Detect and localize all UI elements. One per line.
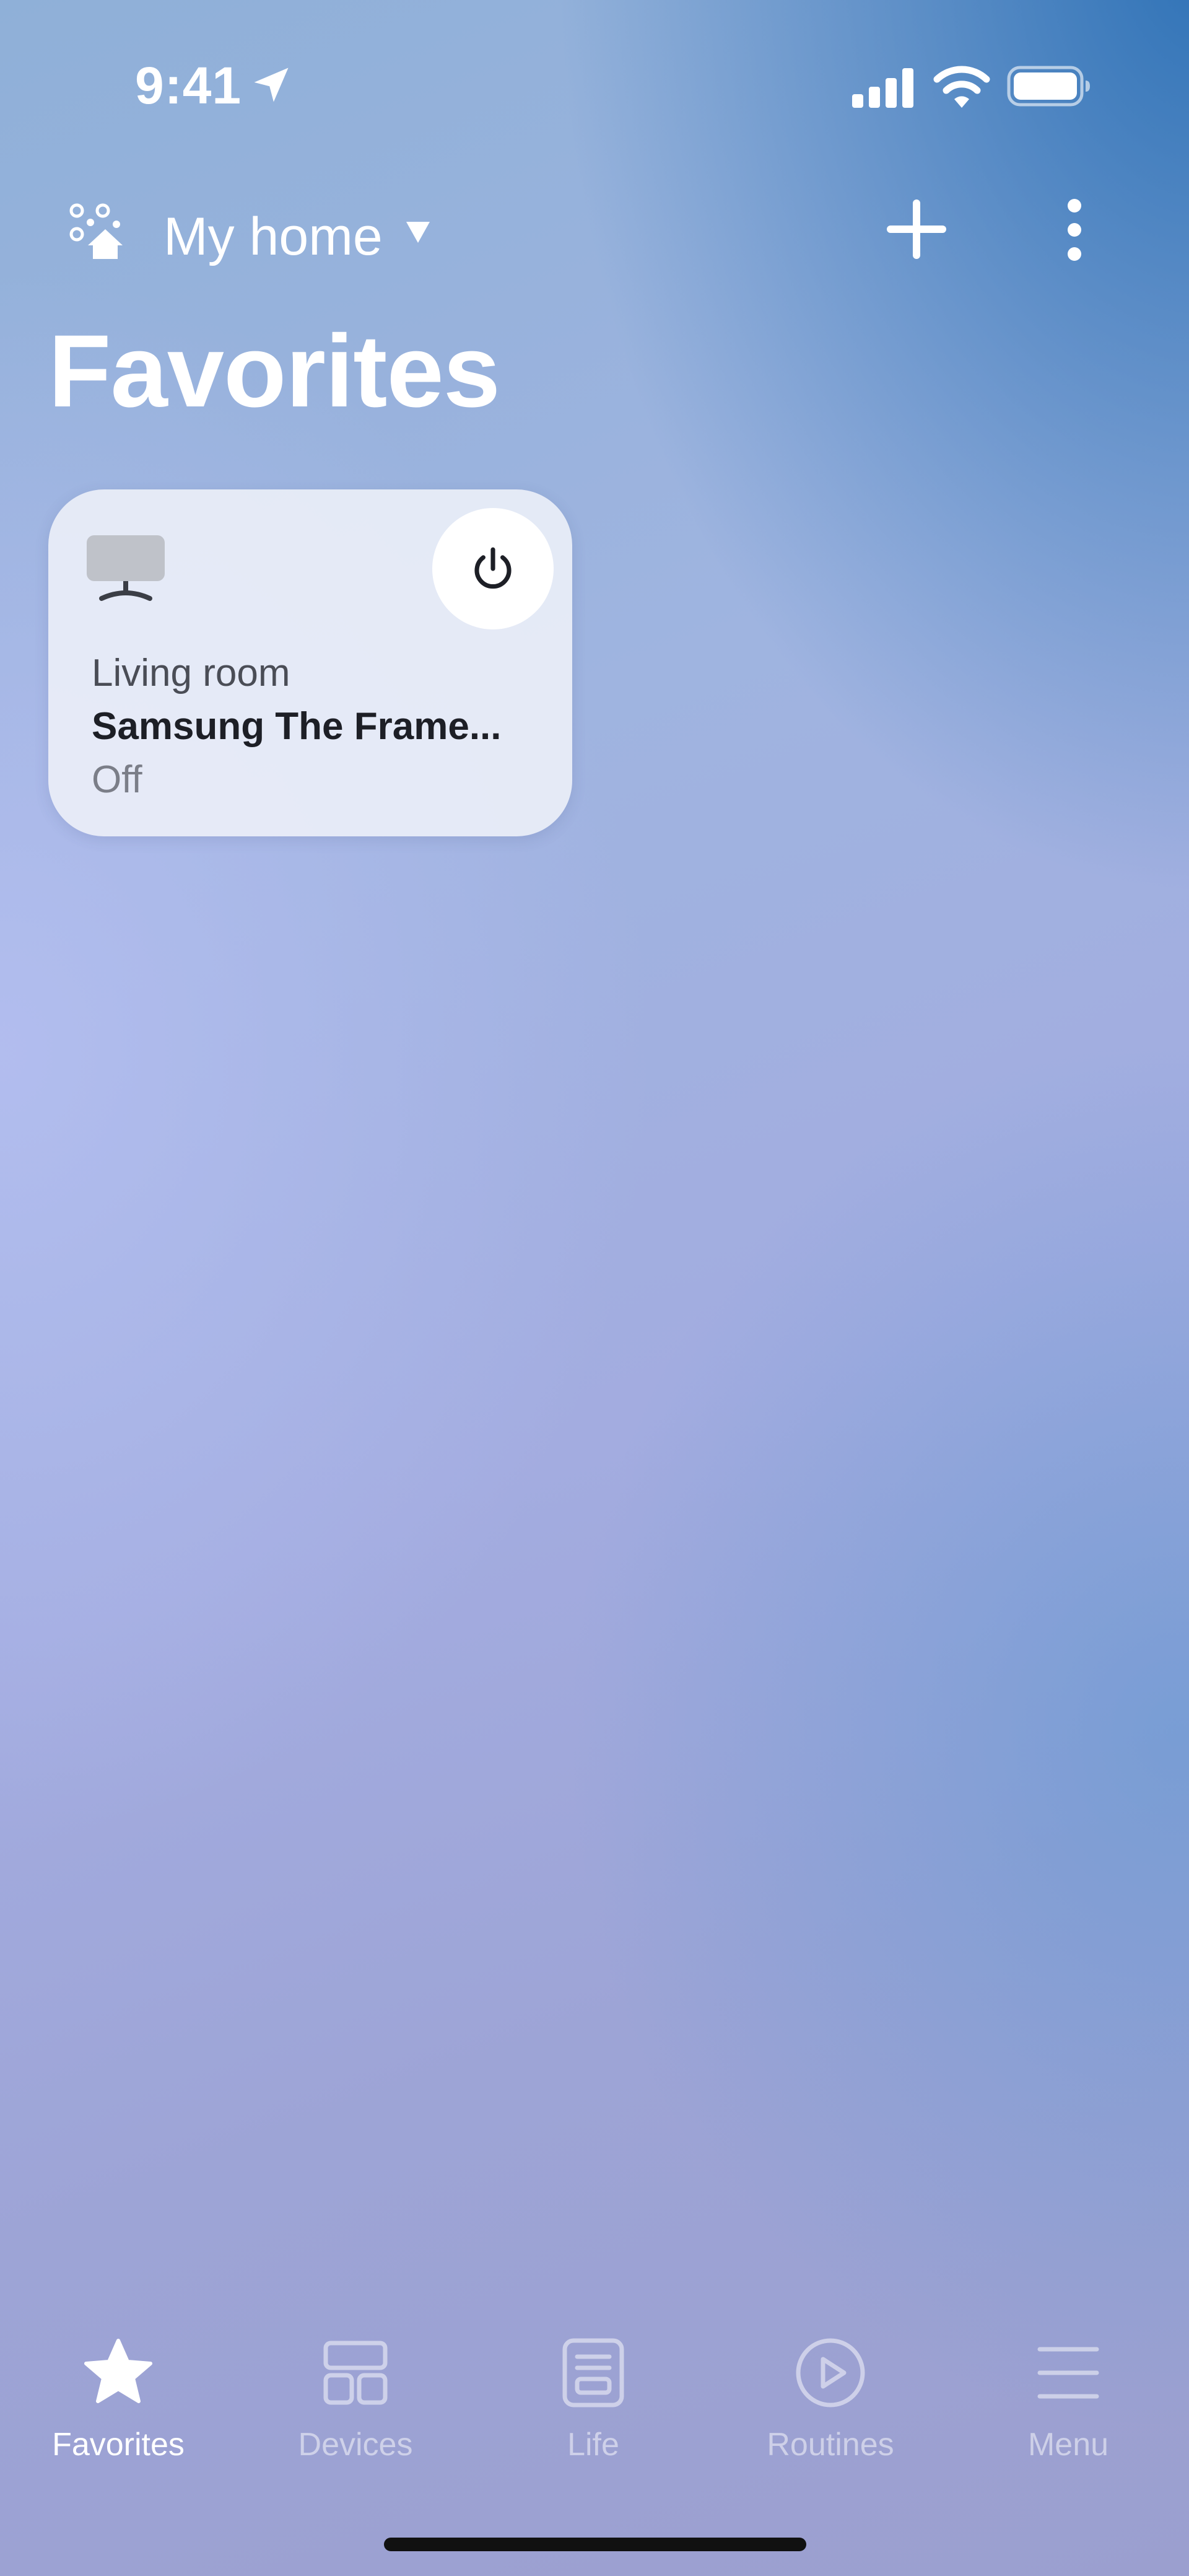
more-options-icon[interactable] [1059, 197, 1090, 263]
tab-life[interactable]: Life [482, 2336, 705, 2478]
cellular-signal-icon [852, 68, 913, 108]
tab-label: Routines [767, 2427, 894, 2463]
status-time: 9:41 [135, 56, 242, 115]
device-room: Living room [92, 652, 290, 694]
home-selector[interactable]: My home [163, 206, 383, 268]
home-indicator[interactable] [384, 2538, 806, 2551]
tab-favorites[interactable]: Favorites [7, 2336, 230, 2478]
page-title: Favorites [48, 314, 500, 429]
home-location-icon[interactable] [67, 202, 126, 261]
life-card-icon [562, 2338, 624, 2407]
favorite-device-card[interactable]: Living room Samsung The Frame... Off [48, 489, 572, 836]
power-button[interactable] [432, 508, 554, 629]
wifi-icon [933, 66, 990, 108]
battery-icon [1007, 66, 1090, 107]
tab-routines[interactable]: Routines [719, 2336, 942, 2478]
power-icon [474, 547, 512, 589]
chevron-down-icon[interactable] [406, 222, 430, 243]
tab-label: Menu [1027, 2427, 1109, 2463]
play-circle-icon [796, 2338, 865, 2407]
device-state: Off [92, 758, 142, 801]
tab-label: Life [567, 2427, 619, 2463]
star-icon [84, 2339, 152, 2403]
tv-icon [87, 535, 165, 601]
tab-label: Favorites [52, 2427, 185, 2463]
add-icon[interactable] [884, 197, 949, 261]
devices-grid-icon [323, 2341, 388, 2405]
tab-menu[interactable]: Menu [957, 2336, 1180, 2478]
location-arrow-icon [254, 68, 289, 102]
hamburger-menu-icon [1037, 2347, 1099, 2399]
tab-devices[interactable]: Devices [244, 2336, 467, 2478]
tab-label: Devices [298, 2427, 413, 2463]
device-name: Samsung The Frame... [92, 705, 502, 748]
